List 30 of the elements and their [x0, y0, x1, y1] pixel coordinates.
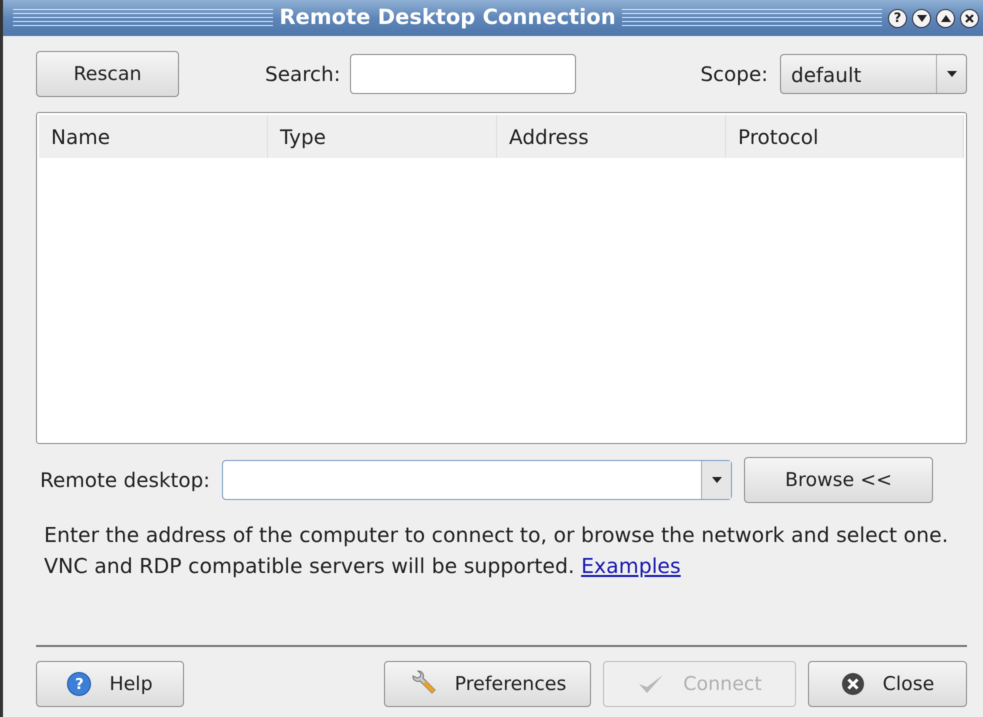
- close-icon: [840, 672, 865, 696]
- close-icon: [965, 14, 974, 22]
- scope-value: default: [790, 62, 862, 89]
- browse-button[interactable]: Browse <<: [744, 457, 934, 503]
- remote-desktop-field[interactable]: [222, 460, 732, 500]
- caret-icon: [712, 477, 722, 483]
- rescan-button[interactable]: Rescan: [36, 51, 179, 97]
- preferences-button[interactable]: Preferences: [384, 661, 591, 707]
- search-label: Search:: [265, 61, 340, 88]
- description-text: Enter the address of the computer to connect to, or browse the network and select one. VNC and RDP compatible servers will be supported. Examples: [43, 522, 950, 580]
- help-button[interactable]: ?: [888, 8, 907, 28]
- close-button[interactable]: Close: [808, 661, 967, 707]
- help-button[interactable]: ? Help: [36, 661, 184, 707]
- column-header[interactable]: Address: [497, 115, 726, 158]
- caret-icon: [946, 71, 956, 77]
- help-icon: ?: [67, 672, 92, 696]
- column-header[interactable]: Name: [39, 115, 268, 158]
- remote-desktop-label: Remote desktop:: [40, 467, 210, 494]
- column-header[interactable]: Protocol: [726, 115, 964, 158]
- column-header[interactable]: Type: [268, 115, 497, 158]
- search-field[interactable]: [350, 54, 576, 94]
- scope-label: Scope:: [700, 61, 768, 88]
- scope-dropdown[interactable]: default: [780, 54, 967, 94]
- maximize-icon: [940, 14, 950, 22]
- examples-link[interactable]: Examples: [581, 554, 681, 578]
- minimize-icon: [916, 14, 926, 22]
- close-button[interactable]: [960, 8, 979, 28]
- window-title: Remote Desktop Connection: [279, 4, 616, 32]
- minimize-button[interactable]: [912, 8, 931, 28]
- maximize-button[interactable]: [936, 8, 955, 28]
